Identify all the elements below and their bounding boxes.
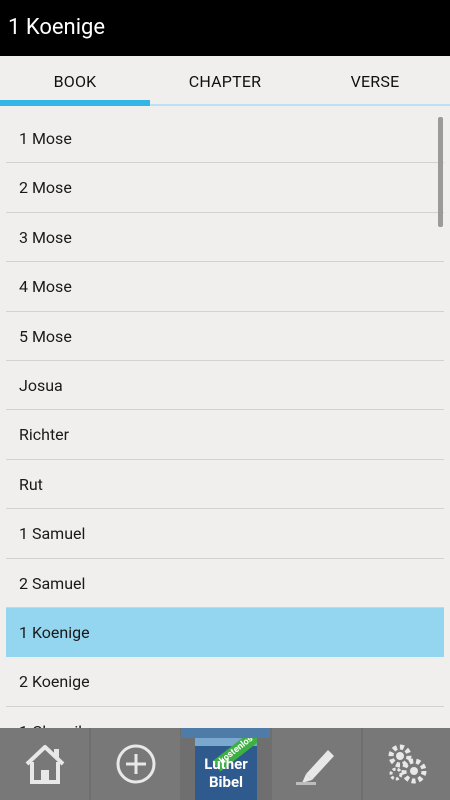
- list-item-label: 2 Koenige: [19, 672, 90, 692]
- logo-text-line1: Luther: [204, 755, 248, 773]
- list-item[interactable]: Josua: [6, 361, 444, 411]
- pen-icon: [295, 750, 334, 785]
- list-item[interactable]: 2 Samuel: [6, 559, 444, 608]
- notes-button[interactable]: [272, 728, 361, 800]
- list-item[interactable]: 4 Mose: [6, 262, 444, 312]
- tab-verse[interactable]: VERSE: [300, 56, 450, 106]
- list-item-label: 5 Mose: [19, 326, 72, 346]
- list-item[interactable]: 1 Mose: [6, 114, 444, 164]
- list-item-label: 2 Samuel: [19, 573, 86, 593]
- list-item[interactable]: Richter: [6, 410, 444, 460]
- list-item-label: 2 Mose: [19, 178, 72, 198]
- list-item-label: 1 Mose: [19, 129, 72, 148]
- luther-bibel-logo[interactable]: kostenlos Luther Bibel: [195, 738, 257, 800]
- list-item-label: Rut: [19, 474, 43, 494]
- list-item-label: 4 Mose: [19, 277, 72, 297]
- list-item[interactable]: Rut: [6, 460, 444, 510]
- list-item[interactable]: 1 Chronik: [6, 707, 444, 728]
- book-list[interactable]: 1 Mose 2 Mose 3 Mose 4 Mose 5 Mose Josua…: [6, 114, 444, 728]
- list-item[interactable]: 2 Mose: [6, 163, 444, 213]
- list-item[interactable]: 1 Samuel: [6, 509, 444, 559]
- home-icon: [25, 745, 64, 784]
- list-item-label: 3 Mose: [19, 227, 72, 247]
- list-item-label: Josua: [19, 375, 63, 395]
- page-title: 1 Koenige: [8, 15, 106, 40]
- logo-top-strip: [181, 728, 270, 738]
- list-item-label: Richter: [19, 425, 70, 445]
- active-tab-indicator: [0, 100, 150, 106]
- tab-chapter[interactable]: CHAPTER: [150, 56, 300, 106]
- list-item-label: 1 Samuel: [19, 524, 86, 544]
- title-bar: 1 Koenige: [0, 0, 450, 56]
- list-item-selected[interactable]: 1 Koenige: [6, 607, 444, 658]
- settings-button[interactable]: [363, 728, 450, 800]
- tab-book[interactable]: BOOK: [0, 56, 150, 106]
- tab-bar: BOOK CHAPTER VERSE: [0, 56, 450, 106]
- add-button[interactable]: [91, 728, 180, 800]
- list-item-label: 1 Chronik: [19, 707, 86, 728]
- list-scrollbar[interactable]: [438, 117, 443, 227]
- gears-icon: [388, 744, 426, 784]
- list-item-label: 1 Koenige: [19, 622, 90, 642]
- logo-text-line2: Bibel: [208, 773, 244, 791]
- home-button[interactable]: [0, 728, 89, 800]
- list-item[interactable]: 3 Mose: [6, 213, 444, 263]
- list-item[interactable]: 5 Mose: [6, 312, 444, 361]
- add-circle-icon: [116, 744, 155, 784]
- list-item[interactable]: 2 Koenige: [6, 657, 444, 707]
